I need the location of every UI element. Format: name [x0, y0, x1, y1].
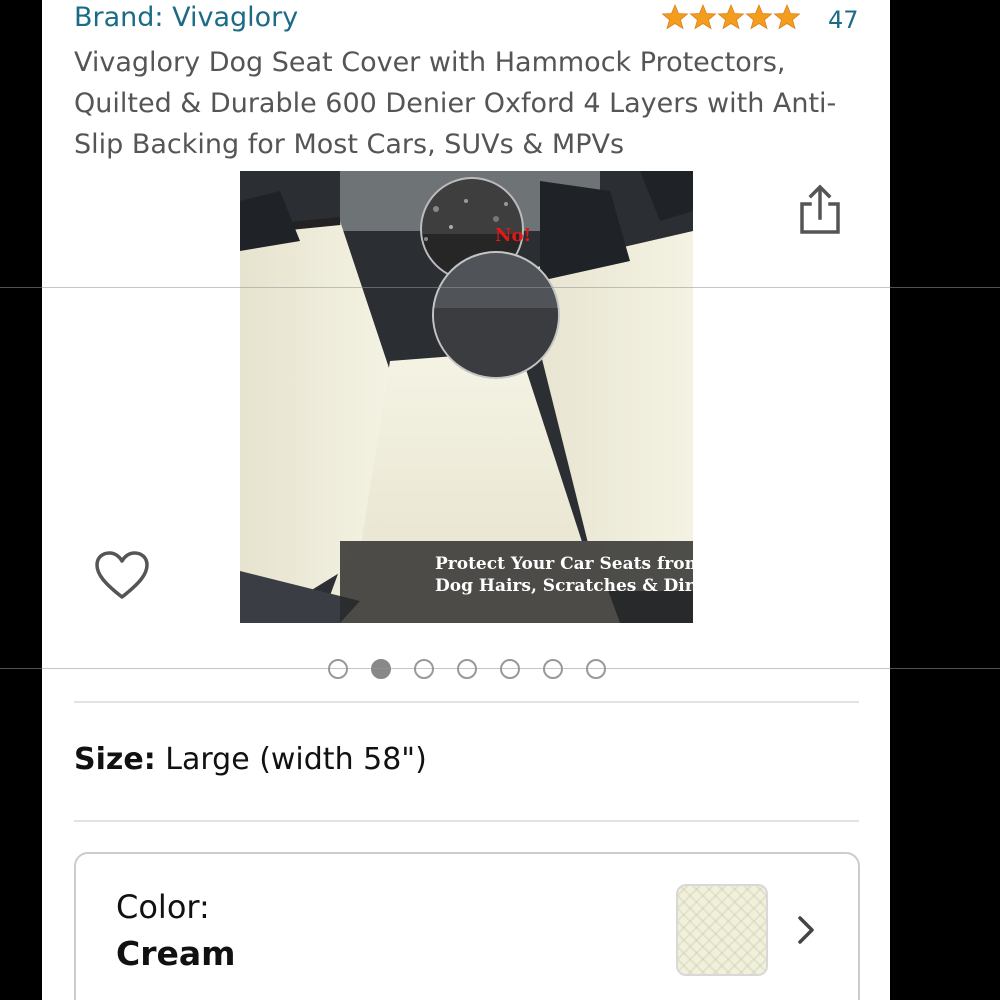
image-caption-line1: Protect Your Car Seats from [435, 554, 693, 574]
star-icon [689, 3, 717, 30]
star-icon [662, 3, 689, 30]
product-image[interactable]: No! Protect Your Car Seats from Dog Hair… [240, 171, 693, 623]
screen-line [0, 668, 1000, 669]
carousel-dot[interactable] [328, 659, 348, 679]
heart-icon[interactable] [94, 550, 150, 602]
chevron-right-icon[interactable] [794, 912, 818, 948]
detail-circle-bottom [432, 251, 560, 379]
color-selector[interactable]: Color: Cream [74, 852, 860, 1000]
star-icon [773, 3, 801, 30]
color-label: Color: [116, 888, 210, 926]
carousel-dot[interactable] [371, 659, 391, 679]
product-title: Vivaglory Dog Seat Cover with Hammock Pr… [74, 47, 837, 160]
star-icon [717, 3, 745, 30]
size-label: Size: [74, 742, 156, 777]
divider [74, 820, 859, 822]
carousel-dots [328, 659, 606, 681]
brand-link[interactable]: Brand: Vivaglory [74, 2, 298, 33]
no-badge: No! [495, 225, 531, 246]
divider [74, 701, 859, 703]
size-selector[interactable]: Size: Large (width 58") [74, 742, 427, 777]
product-page: Brand: Vivaglory 47 Vivaglory Dog Seat C… [42, 0, 890, 1000]
carousel-dot[interactable] [414, 659, 434, 679]
carousel-dot[interactable] [457, 659, 477, 679]
color-value: Cream [116, 934, 236, 973]
image-caption-line2: Dog Hairs, Scratches & Dirt [435, 576, 693, 596]
size-value: Large (width 58") [165, 742, 427, 777]
screen-line [0, 287, 1000, 288]
carousel-dot[interactable] [543, 659, 563, 679]
color-swatch[interactable] [676, 884, 768, 976]
carousel-dot[interactable] [500, 659, 520, 679]
star-rating[interactable] [662, 3, 802, 33]
star-icon [745, 3, 773, 30]
share-icon[interactable] [798, 184, 844, 236]
carousel-dot[interactable] [586, 659, 606, 679]
rating-count[interactable]: 47 [828, 6, 859, 34]
